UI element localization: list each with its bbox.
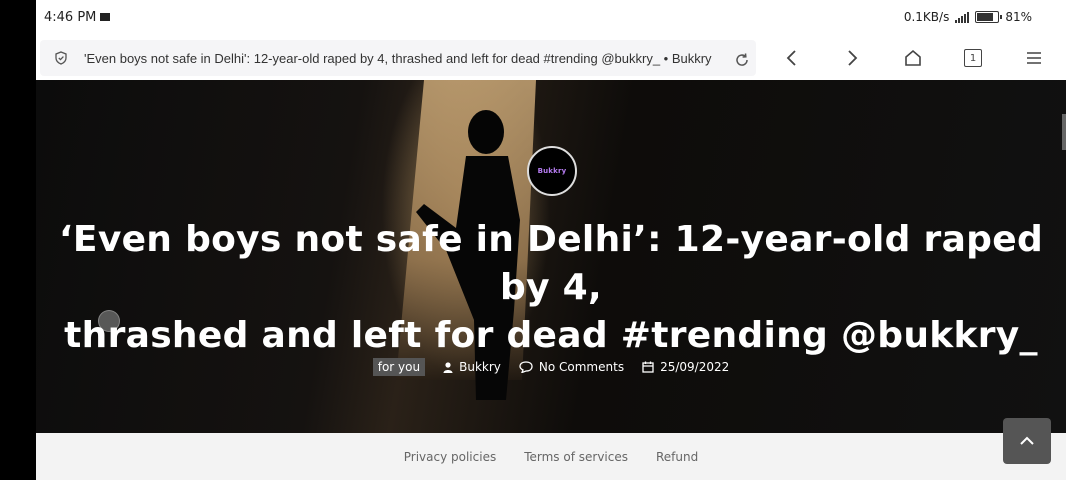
title-line-2: thrashed and left for dead #trending @bu… xyxy=(64,315,1038,356)
back-icon[interactable] xyxy=(782,48,802,68)
battery-level: 81% xyxy=(1005,10,1032,24)
scroll-to-top-button[interactable] xyxy=(1003,418,1051,464)
site-logo[interactable]: Bukkry xyxy=(527,146,577,196)
browser-address-bar: 'Even boys not safe in Delhi': 12-year-o… xyxy=(36,36,1066,80)
footer-link-privacy[interactable]: Privacy policies xyxy=(404,450,496,464)
site-footer: Privacy policies Terms of services Refun… xyxy=(36,433,1066,480)
left-edge xyxy=(0,0,36,480)
article-title: ‘Even boys not safe in Delhi’: 12-year-o… xyxy=(36,216,1066,360)
tabs-button[interactable]: 1 xyxy=(964,49,982,67)
chevron-up-icon xyxy=(1020,436,1034,445)
scroll-indicator xyxy=(1062,114,1066,150)
page-url-title: 'Even boys not safe in Delhi': 12-year-o… xyxy=(84,51,712,66)
status-time: 4:46 PM xyxy=(44,10,97,25)
signal-icon xyxy=(955,11,970,23)
post-date: 25/09/2022 xyxy=(642,360,729,374)
tab-count: 1 xyxy=(969,52,977,64)
category-tag[interactable]: for you xyxy=(372,358,426,376)
article-meta: for you Bukkry No Comments 25/09/2022 xyxy=(36,358,1066,376)
comments-link[interactable]: No Comments xyxy=(519,360,624,374)
footer-link-terms[interactable]: Terms of services xyxy=(524,450,628,464)
status-bar: 4:46 PM 0.1KB/s 81% xyxy=(36,0,1066,36)
author[interactable]: Bukkry xyxy=(443,360,501,374)
title-line-1: ‘Even boys not safe in Delhi’: 12-year-o… xyxy=(58,219,1044,308)
comments-count: No Comments xyxy=(538,360,625,374)
calendar-icon xyxy=(642,361,654,373)
url-field[interactable]: 'Even boys not safe in Delhi': 12-year-o… xyxy=(40,40,756,76)
logo-text: Bukkry xyxy=(537,167,567,175)
home-icon[interactable] xyxy=(903,48,923,68)
menu-icon[interactable] xyxy=(1024,48,1044,68)
status-right: 0.1KB/s 81% xyxy=(904,10,1032,24)
reload-icon[interactable] xyxy=(734,52,750,68)
footer-link-refund[interactable]: Refund xyxy=(656,450,698,464)
user-icon xyxy=(443,361,453,373)
recording-icon xyxy=(100,13,110,21)
author-name: Bukkry xyxy=(459,360,501,374)
comment-icon xyxy=(519,361,533,373)
battery-icon xyxy=(975,11,1003,23)
date-text: 25/09/2022 xyxy=(660,360,730,374)
forward-icon[interactable] xyxy=(842,48,862,68)
shield-icon xyxy=(55,51,67,65)
article-hero: Bukkry ‘Even boys not safe in Delhi’: 12… xyxy=(36,80,1066,433)
network-speed: 0.1KB/s xyxy=(903,10,950,24)
